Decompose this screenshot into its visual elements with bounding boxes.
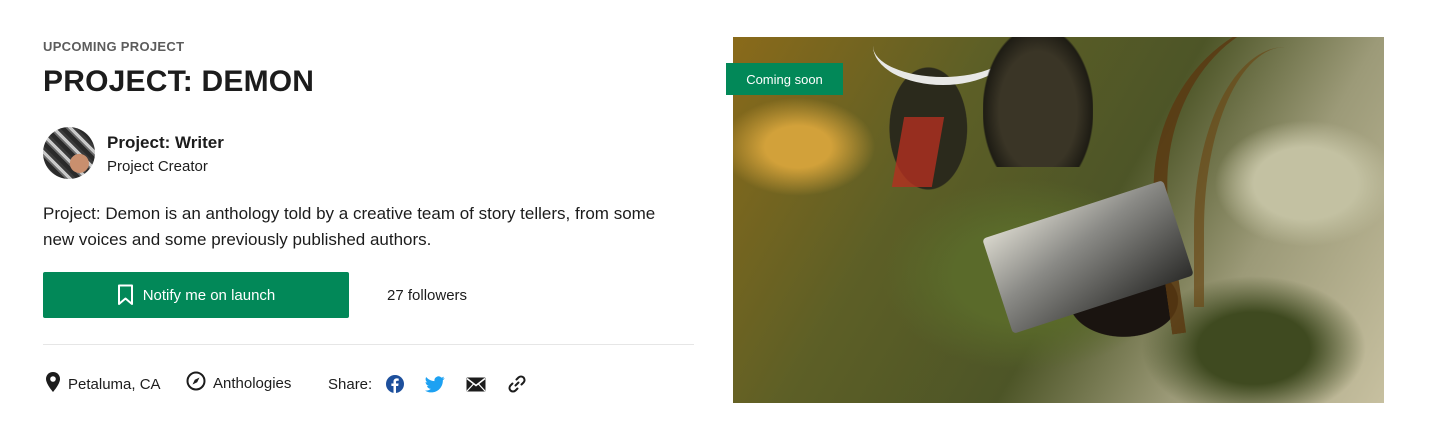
location-pin-icon (45, 371, 61, 397)
twitter-icon[interactable] (424, 373, 446, 395)
facebook-icon[interactable] (384, 373, 406, 395)
email-icon[interactable] (465, 373, 487, 395)
project-info: UPCOMING PROJECT PROJECT: DEMON Project:… (43, 0, 694, 439)
followers-count: 27 followers (387, 287, 468, 304)
creator-role: Project Creator (107, 158, 208, 175)
creator-name[interactable]: Project: Writer (107, 133, 224, 153)
share-label: Share: (328, 376, 373, 393)
divider (43, 344, 694, 345)
compass-icon (186, 371, 206, 395)
category-text: Anthologies (213, 374, 292, 392)
location-link[interactable]: Petaluma, CA (45, 371, 161, 397)
hero-cloak-shape (891, 117, 945, 187)
avatar[interactable] (43, 127, 95, 179)
notify-button-label: Notify me on launch (142, 286, 276, 304)
location-text: Petaluma, CA (68, 375, 161, 393)
category-link[interactable]: Anthologies (186, 371, 291, 395)
project-description: Project: Demon is an anthology told by a… (43, 204, 656, 249)
upcoming-label: UPCOMING PROJECT (43, 39, 185, 54)
hero-head-shape (983, 37, 1093, 167)
creator-block[interactable]: Project: Writer Project Creator (43, 127, 443, 179)
hero-book-shape (982, 180, 1194, 334)
coming-soon-badge: Coming soon (726, 63, 843, 95)
project-title: PROJECT: DEMON (43, 65, 315, 98)
notify-button[interactable]: Notify me on launch (43, 272, 349, 318)
link-icon[interactable] (506, 373, 528, 395)
meta-row: Petaluma, CA Anthologies Share: (43, 371, 694, 397)
bookmark-icon (117, 284, 134, 306)
